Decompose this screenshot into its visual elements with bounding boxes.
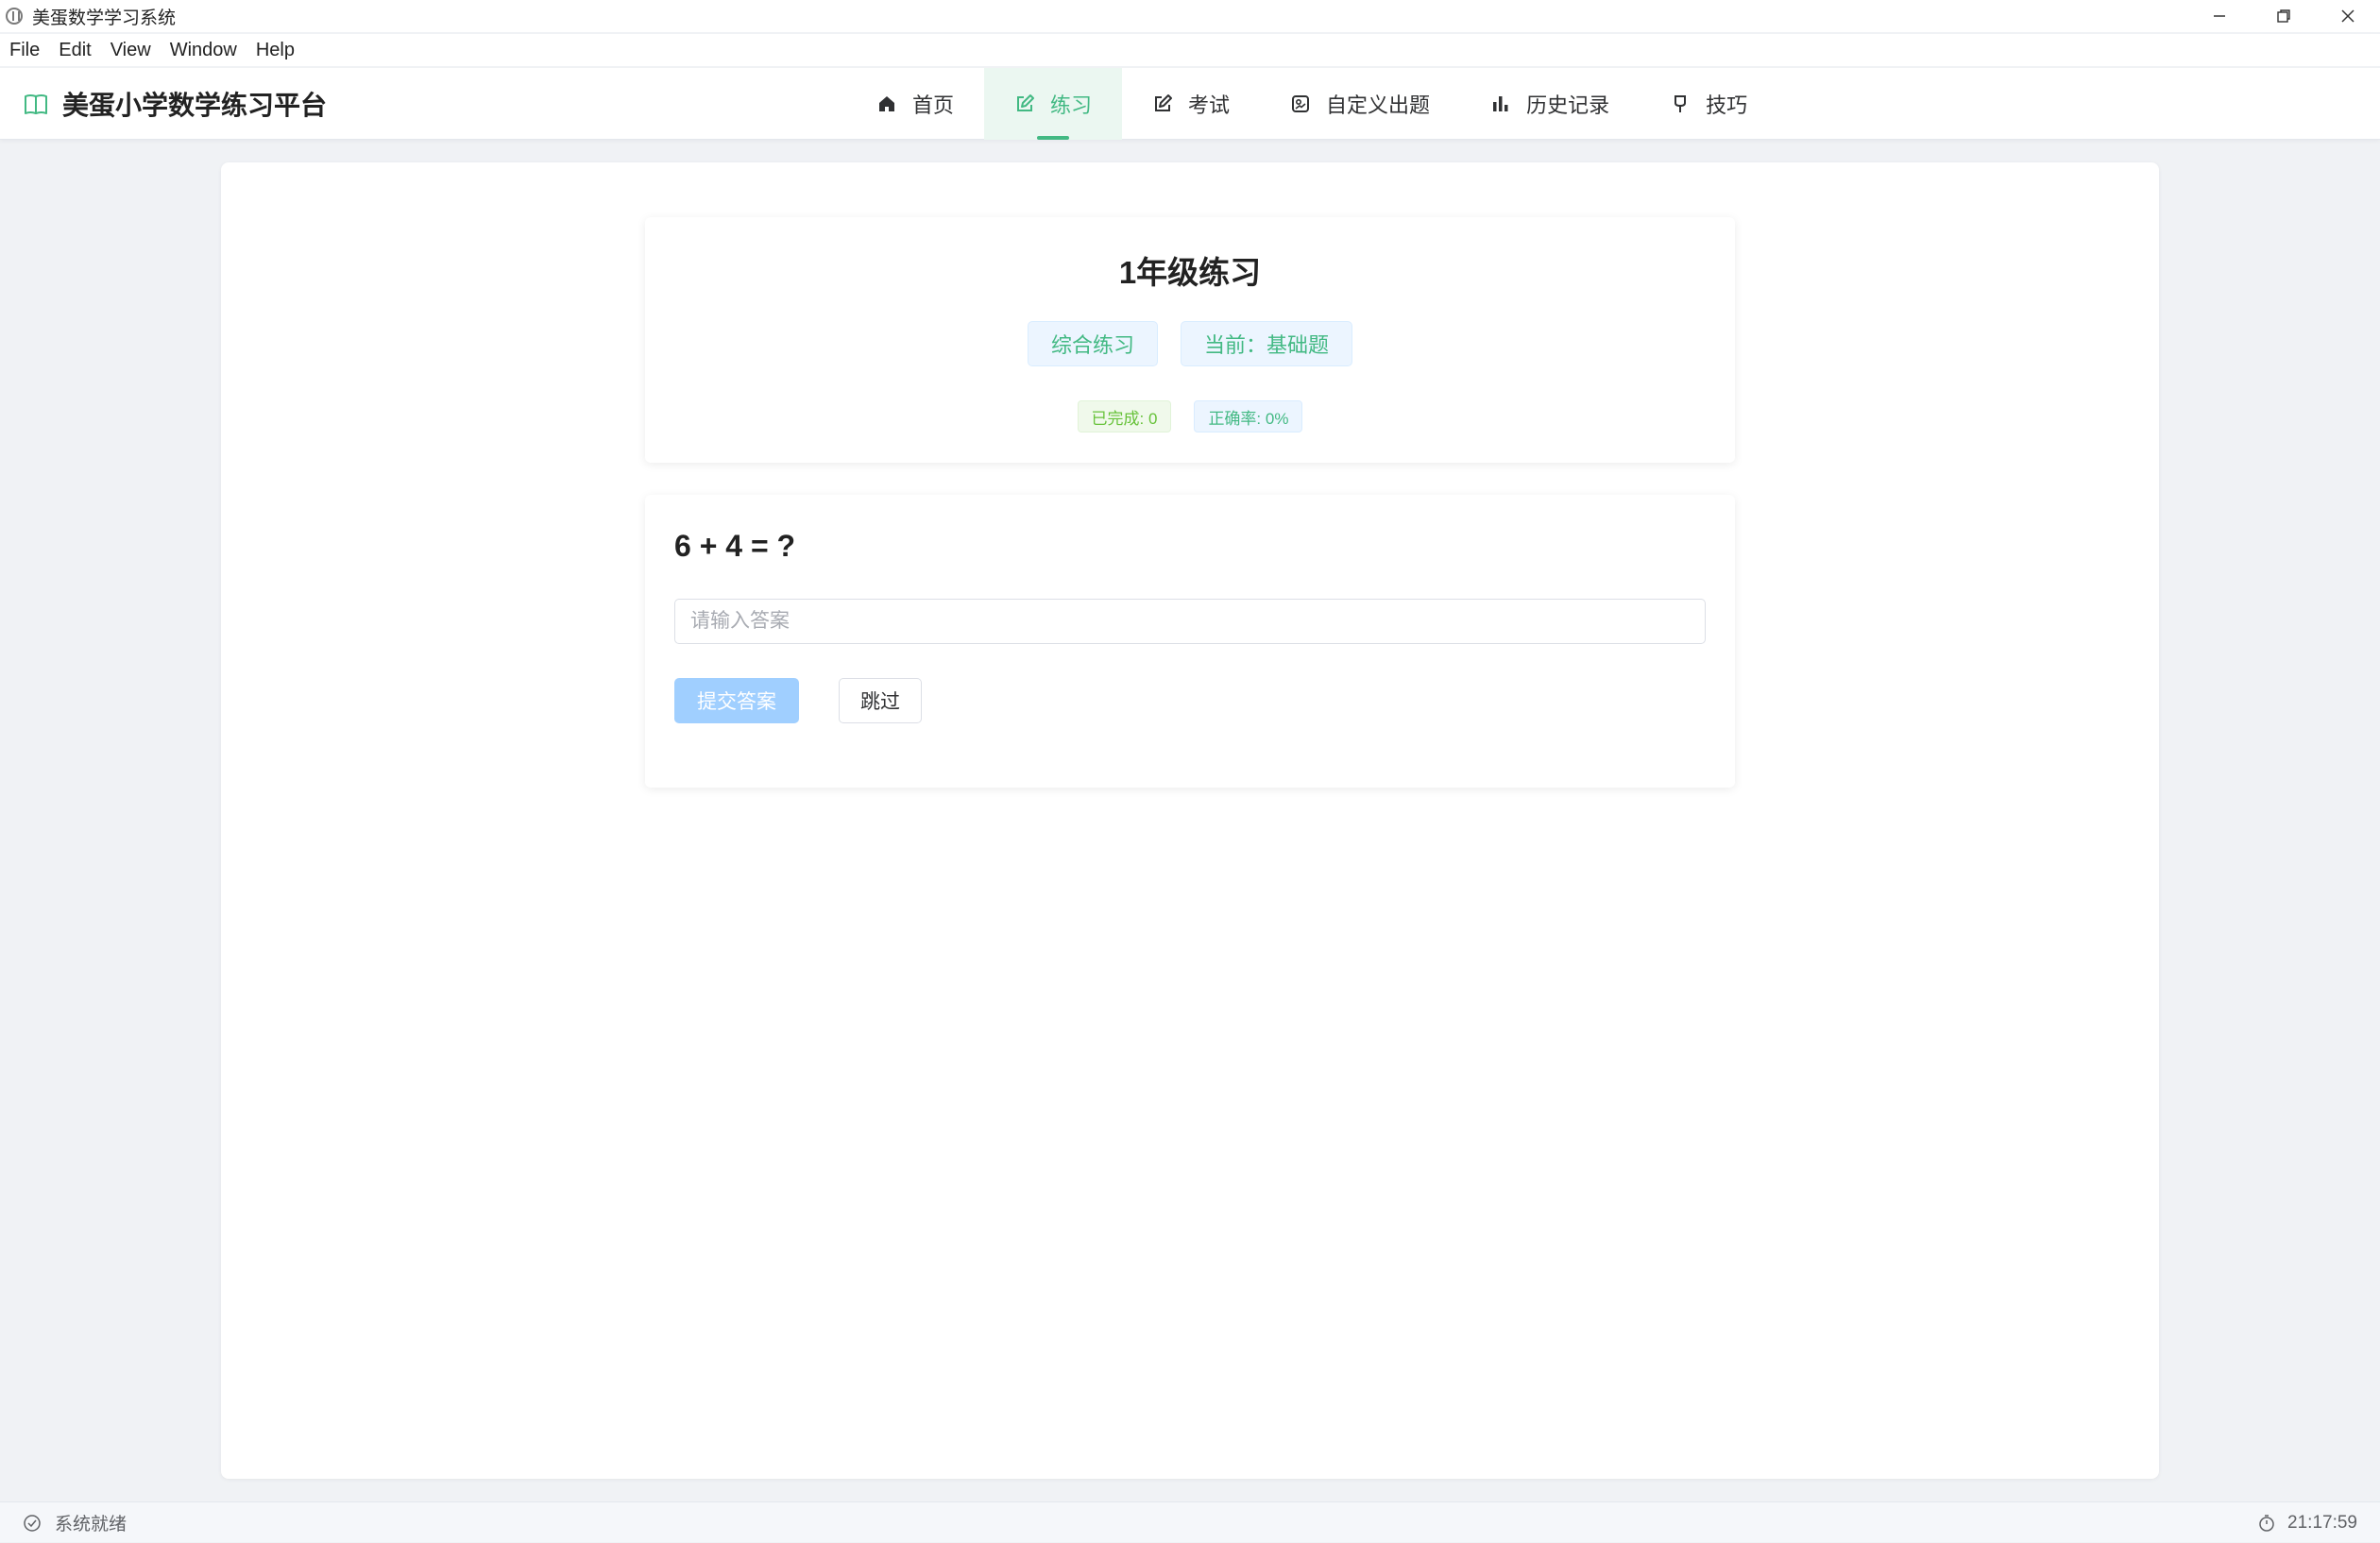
question-actions: 提交答案 跳过 [674,678,922,723]
book-icon [25,94,47,114]
skip-button[interactable]: 跳过 [839,678,922,723]
status-right: 21:17:59 [2257,1502,2357,1543]
menu-bar: File Edit View Window Help [0,34,2380,66]
close-button[interactable] [2316,0,2380,32]
practice-info-card: 1年级练习 综合练习 当前：基础题 已完成: 0 正确率: 0% [645,217,1735,463]
nav-label: 历史记录 [1526,93,1610,117]
menu-edit[interactable]: Edit [59,40,91,61]
mode-tag: 综合练习 [1027,321,1158,366]
nav-label: 自定义出题 [1326,93,1431,117]
menu-window[interactable]: Window [170,40,237,61]
menu-help[interactable]: Help [256,40,295,61]
timer-icon [2259,1514,2274,1532]
window-controls [2187,0,2380,32]
nav-home[interactable]: 首页 [846,68,984,140]
practice-stats: 已完成: 0 正确率: 0% [645,400,1735,432]
window-title: 美蛋数学学习系统 [32,8,177,28]
submit-answer-button[interactable]: 提交答案 [674,678,799,723]
window-titlebar: 美蛋数学学习系统 [0,0,2380,32]
status-text: 系统就绪 [55,1515,128,1535]
question-card: 6 + 4 = ? 提交答案 跳过 [645,495,1735,788]
practice-tags: 综合练习 当前：基础题 [645,321,1735,366]
brand-title: 美蛋小学数学练习平台 [62,91,328,120]
minimize-icon [2214,15,2225,17]
edit-icon [1017,94,1035,111]
nav-exam[interactable]: 考试 [1122,68,1260,140]
status-left: 系统就绪 [23,1502,127,1543]
nav-label: 练习 [1050,93,1093,117]
home-icon [879,96,894,111]
check-circle-icon [24,1514,41,1532]
restore-button[interactable] [2252,0,2316,32]
app-header: 美蛋小学数学练习平台 首页 练习 考试 自定义出题 历史记录 技巧 [0,68,2380,140]
document-icon [1292,95,1310,112]
level-tag: 当前：基础题 [1181,321,1353,366]
status-bar: 系统就绪 21:17:59 [0,1501,2380,1542]
brand[interactable]: 美蛋小学数学练习平台 [23,68,327,140]
question-text: 6 + 4 = ? [674,529,796,563]
nav-label: 首页 [912,93,955,117]
practice-title: 1年级练习 [1118,255,1262,290]
bar-chart-icon [1493,96,1508,111]
main-nav: 首页 练习 考试 自定义出题 历史记录 技巧 [846,68,1777,140]
menu-file[interactable]: File [9,40,40,61]
nav-tips[interactable]: 技巧 [1640,68,1777,140]
app-icon [6,8,23,25]
nav-practice[interactable]: 练习 [984,68,1123,140]
edit-square-icon [1155,94,1173,111]
answer-input[interactable] [674,599,1706,644]
status-clock: 21:17:59 [2287,1512,2357,1533]
nav-label: 技巧 [1706,93,1748,117]
close-icon [2341,9,2354,23]
nav-history[interactable]: 历史记录 [1460,68,1640,140]
minimize-button[interactable] [2187,0,2252,32]
nav-custom[interactable]: 自定义出题 [1260,68,1460,140]
pin-icon [1674,95,1687,112]
nav-label: 考试 [1188,93,1231,117]
menu-view[interactable]: View [110,40,151,61]
completed-badge: 已完成: 0 [1077,400,1172,432]
restore-icon [2277,9,2290,23]
accuracy-badge: 正确率: 0% [1194,400,1303,432]
